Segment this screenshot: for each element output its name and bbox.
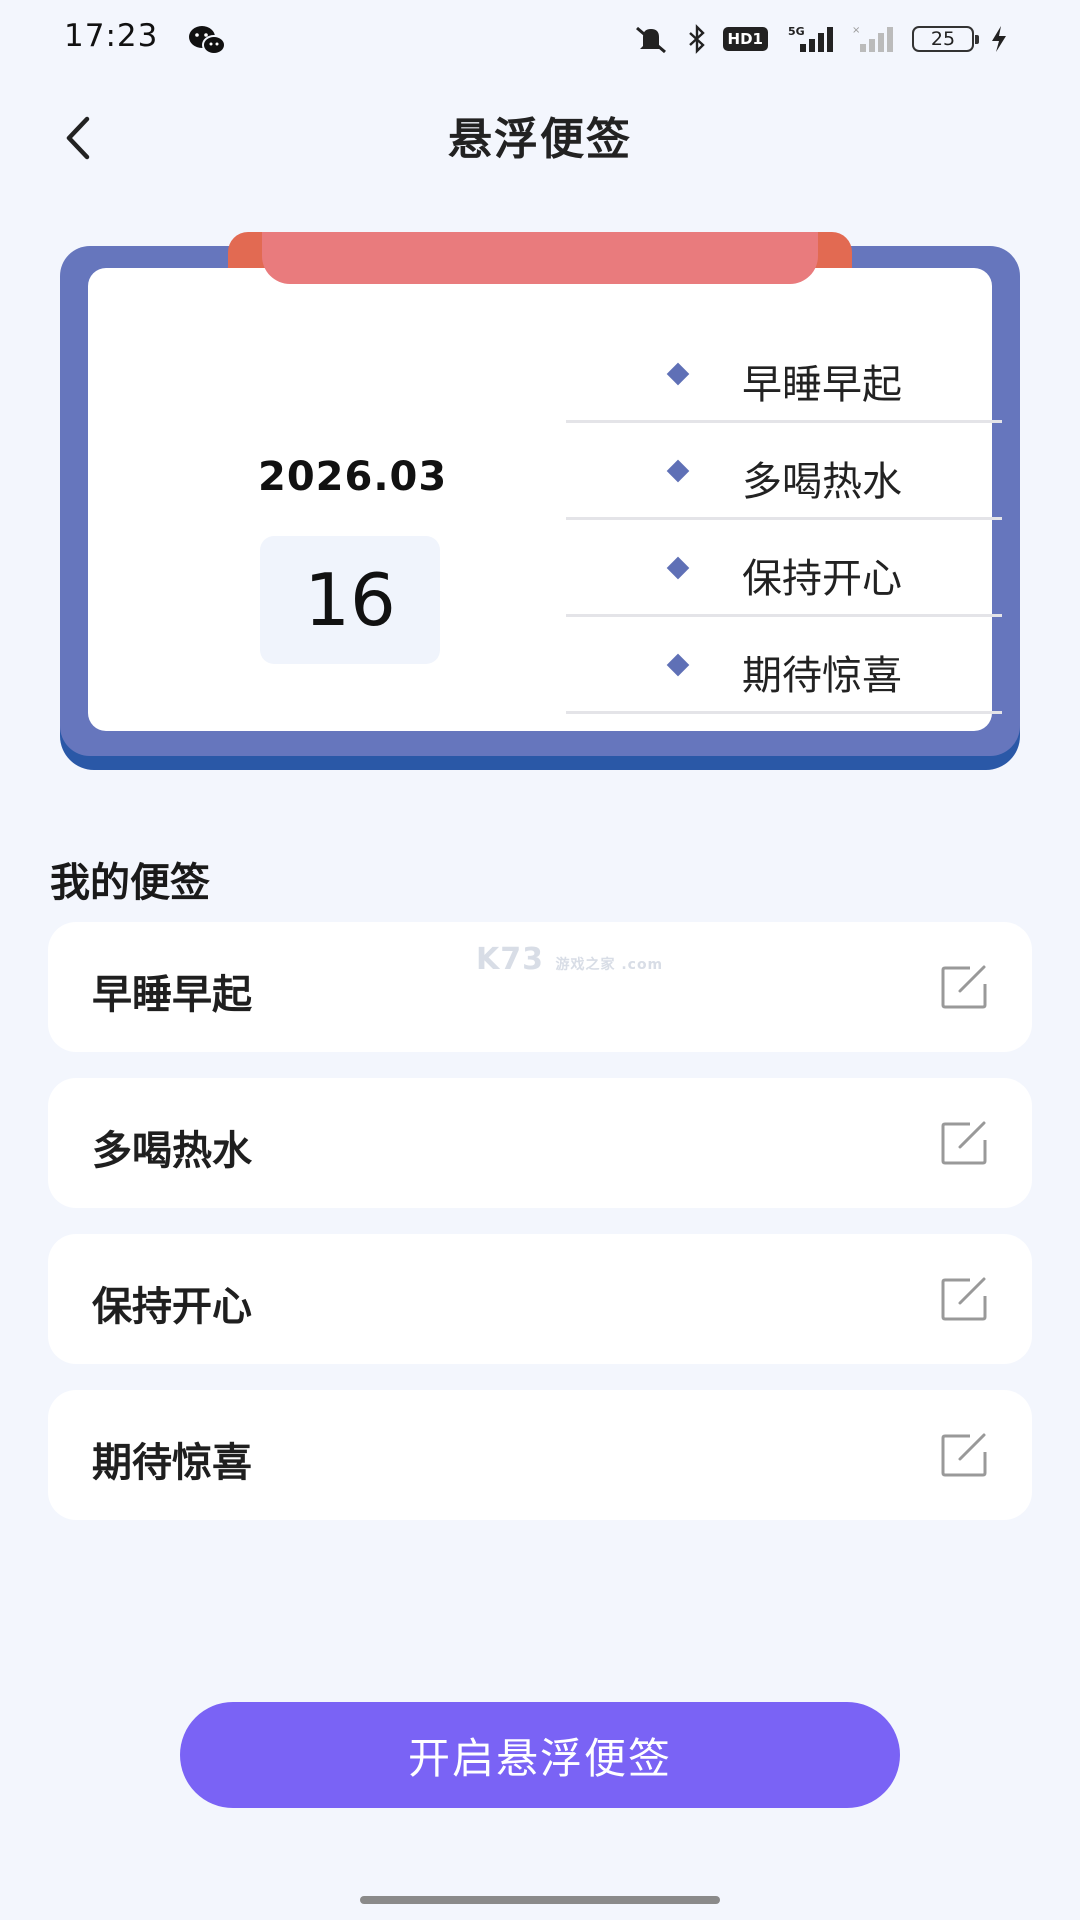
edit-icon[interactable] [940, 1432, 990, 1478]
status-time: 17:23 [64, 18, 159, 54]
page-title: 悬浮便签 [448, 114, 632, 165]
wechat-icon [189, 26, 226, 55]
status-bar: 17:23 HD1 5G × 25 [0, 0, 1080, 78]
card-list-item: 期待惊喜 [566, 617, 1002, 714]
note-item[interactable]: 保持开心 [48, 1234, 1032, 1364]
note-label: 期待惊喜 [92, 1440, 252, 1486]
diamond-bullet-icon [666, 362, 690, 386]
note-item[interactable]: 多喝热水 [48, 1078, 1032, 1208]
calendar-card: 2026.03 16 早睡早起 多喝热水 保持开心 期待惊喜 [60, 230, 1020, 770]
diamond-bullet-icon [666, 459, 690, 483]
edit-icon[interactable] [940, 1120, 990, 1166]
home-indicator[interactable] [360, 1896, 720, 1904]
card-item-text: 保持开心 [742, 556, 902, 602]
card-day: 16 [260, 536, 440, 664]
card-paper: 2026.03 16 早睡早起 多喝热水 保持开心 期待惊喜 [88, 268, 1002, 731]
note-label: 多喝热水 [92, 1128, 252, 1174]
status-icons: HD1 5G × 25 [631, 20, 1008, 58]
watermark-logo: K73 游戏之家 .com [476, 942, 664, 977]
card-note-list: 早睡早起 多喝热水 保持开心 期待惊喜 [566, 326, 1002, 714]
card-list-item: 保持开心 [566, 520, 1002, 617]
mute-icon [635, 26, 666, 54]
hd-icon: HD1 [722, 27, 768, 51]
svg-text:5G: 5G [788, 25, 805, 38]
note-label: 保持开心 [92, 1284, 252, 1330]
edit-icon[interactable] [940, 964, 990, 1010]
diamond-bullet-icon [666, 653, 690, 677]
card-item-text: 多喝热水 [742, 459, 902, 505]
enable-floating-note-button[interactable]: 开启悬浮便签 [180, 1702, 900, 1808]
note-item[interactable]: 期待惊喜 [48, 1390, 1032, 1520]
svg-text:×: × [852, 25, 860, 36]
card-year-month: 2026.03 [258, 454, 448, 500]
signal-icon: × [852, 25, 893, 52]
card-list-item: 多喝热水 [566, 423, 1002, 520]
section-title: 我的便签 [50, 860, 210, 906]
bluetooth-icon [688, 24, 705, 54]
signal-5g-icon: 5G [788, 25, 833, 52]
note-label: 早睡早起 [92, 972, 252, 1018]
card-item-text: 早睡早起 [742, 362, 902, 408]
card-item-text: 期待惊喜 [742, 653, 902, 699]
charging-icon [992, 26, 1006, 52]
card-tab [262, 232, 818, 284]
battery-icon: 25 [912, 26, 979, 52]
edit-icon[interactable] [940, 1276, 990, 1322]
diamond-bullet-icon [666, 556, 690, 580]
card-list-item: 早睡早起 [566, 326, 1002, 423]
